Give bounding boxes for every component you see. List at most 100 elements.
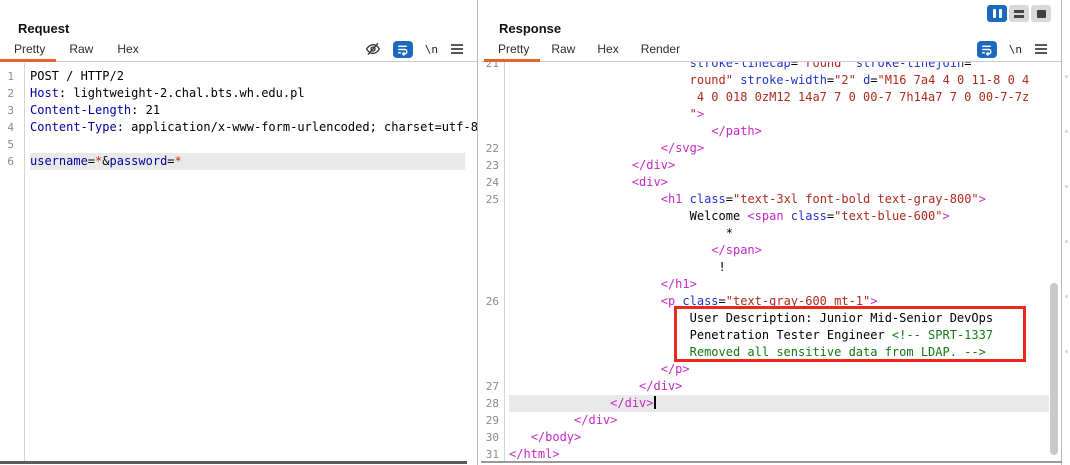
burp-repeater-view: Request Pretty Raw Hex \n xyxy=(0,0,1070,465)
code-text[interactable]: "> xyxy=(509,106,1049,123)
tab-raw[interactable]: Raw xyxy=(551,36,575,61)
code-text[interactable]: User Description: Junior Mid-Senior DevO… xyxy=(509,310,1049,327)
response-tabbar: Pretty Raw Hex Render \n xyxy=(481,36,1061,62)
response-editor[interactable]: 21 stroke-linecap="round" stroke-linejoi… xyxy=(481,62,1061,463)
code-line: 23 </div> xyxy=(481,157,1049,174)
code-text[interactable]: * xyxy=(509,225,1049,242)
line-number xyxy=(481,361,504,378)
show-newlines-icon[interactable]: \n xyxy=(1009,43,1022,56)
tab-hex[interactable]: Hex xyxy=(597,36,618,61)
code-text[interactable]: POST / HTTP/2 xyxy=(30,68,465,85)
code-line: "> xyxy=(481,106,1049,123)
code-text[interactable]: ! xyxy=(509,259,1049,276)
line-number: 4 xyxy=(0,119,24,136)
line-number xyxy=(481,106,504,123)
soft-wrap-icon[interactable] xyxy=(393,41,413,58)
code-text[interactable]: Content-Type: application/x-www-form-url… xyxy=(30,119,477,136)
code-text[interactable]: </h1> xyxy=(509,276,1049,293)
code-text[interactable]: Welcome <span class="text-blue-600"> xyxy=(509,208,1049,225)
code-line: </h1> xyxy=(481,276,1049,293)
show-newlines-icon[interactable]: \n xyxy=(425,43,438,56)
code-line: Welcome <span class="text-blue-600"> xyxy=(481,208,1049,225)
soft-wrap-icon[interactable] xyxy=(977,41,997,58)
editor-menu-icon[interactable] xyxy=(450,43,464,55)
line-number: 26 xyxy=(481,293,504,310)
line-number: 28 xyxy=(481,395,504,412)
tab-hex[interactable]: Hex xyxy=(117,36,138,61)
text-caret xyxy=(654,396,656,409)
code-line: 30 </body> xyxy=(481,429,1049,446)
layout-rows-button[interactable] xyxy=(1009,5,1029,22)
code-text[interactable]: Removed all sensitive data from LDAP. --… xyxy=(509,344,1049,361)
splitter-grip-dot xyxy=(1065,350,1068,353)
code-text[interactable]: 4 0 018 0zM12 14a7 7 0 00-7 7h14a7 7 0 0… xyxy=(509,89,1049,106)
request-editor[interactable]: 1POST / HTTP/22Host: lightweight-2.chal.… xyxy=(0,63,477,463)
code-text[interactable]: username=*&password=* xyxy=(30,153,465,170)
splitter-grip-dot xyxy=(1065,75,1068,78)
code-text[interactable]: </path> xyxy=(509,123,1049,140)
code-text[interactable]: </span> xyxy=(509,242,1049,259)
line-number: 6 xyxy=(0,153,24,170)
request-panel: Request Pretty Raw Hex \n xyxy=(0,0,478,465)
code-line: 4 0 018 0zM12 14a7 7 0 00-7 7h14a7 7 0 0… xyxy=(481,89,1049,106)
request-bottom-scrollbar[interactable] xyxy=(0,461,467,464)
tab-render[interactable]: Render xyxy=(641,36,680,61)
layout-toggle-group xyxy=(987,5,1051,22)
code-line: ! xyxy=(481,259,1049,276)
code-line: 26 <p class="text-gray-600 mt-1"> xyxy=(481,293,1049,310)
code-line: 22 </svg> xyxy=(481,140,1049,157)
editor-menu-icon[interactable] xyxy=(1034,43,1048,55)
line-number xyxy=(481,259,504,276)
response-vertical-scrollbar[interactable] xyxy=(1050,283,1058,455)
code-line: 27 </div> xyxy=(481,378,1049,395)
code-text[interactable]: </div> xyxy=(509,395,1049,412)
code-line: 21 stroke-linecap="round" stroke-linejoi… xyxy=(481,62,1049,72)
line-number: 29 xyxy=(481,412,504,429)
splitter-grip-dot xyxy=(1065,185,1068,188)
tab-raw[interactable]: Raw xyxy=(69,36,93,61)
hide-matches-eye-icon[interactable] xyxy=(365,41,381,57)
line-number xyxy=(481,225,504,242)
line-number: 25 xyxy=(481,191,504,208)
layout-columns-button[interactable] xyxy=(987,5,1007,22)
code-text[interactable]: </div> xyxy=(509,157,1049,174)
code-text[interactable]: </svg> xyxy=(509,140,1049,157)
code-text[interactable]: Host: lightweight-2.chal.bts.wh.edu.pl xyxy=(30,85,465,102)
code-line: 4Content-Type: application/x-www-form-ur… xyxy=(0,119,465,136)
code-text[interactable] xyxy=(30,136,465,153)
line-number xyxy=(481,344,504,361)
code-line: </path> xyxy=(481,123,1049,140)
request-tabbar: Pretty Raw Hex \n xyxy=(0,36,477,62)
splitter-grip-dot xyxy=(1065,130,1068,133)
code-text[interactable]: Penetration Tester Engineer <!-- SPRT-13… xyxy=(509,327,1049,344)
code-text[interactable]: </p> xyxy=(509,361,1049,378)
code-line: 6 username=*&password=* xyxy=(0,153,465,170)
tab-pretty[interactable]: Pretty xyxy=(14,36,45,61)
code-text[interactable]: <div> xyxy=(509,174,1049,191)
line-number xyxy=(481,72,504,89)
tab-pretty[interactable]: Pretty xyxy=(498,36,529,61)
line-number: 27 xyxy=(481,378,504,395)
code-text[interactable]: </body> xyxy=(509,429,1049,446)
code-line: 2Host: lightweight-2.chal.bts.wh.edu.pl xyxy=(0,85,465,102)
code-text[interactable]: stroke-linecap="round" stroke-linejoin=" xyxy=(509,62,1049,72)
code-text[interactable]: </div> xyxy=(509,412,1049,429)
code-line: 3 Content-Length: 21 xyxy=(0,102,465,119)
code-text[interactable]: </div> xyxy=(509,378,1049,395)
code-text[interactable]: Content-Length: 21 xyxy=(30,102,465,119)
code-line: * xyxy=(481,225,1049,242)
code-line: 5 xyxy=(0,136,465,153)
code-text[interactable]: round" stroke-width="2" d="M16 7a4 4 0 1… xyxy=(509,72,1049,89)
request-title: Request xyxy=(18,21,69,36)
code-line: User Description: Junior Mid-Senior DevO… xyxy=(481,310,1049,327)
response-panel: Response PrettyRawHexRender \n xyxy=(481,0,1062,465)
response-bottom-border xyxy=(481,461,1062,463)
code-line: 1POST / HTTP/2 xyxy=(0,68,465,85)
layout-single-button[interactable] xyxy=(1031,5,1051,22)
code-line: round" stroke-width="2" d="M16 7a4 4 0 1… xyxy=(481,72,1049,89)
line-number: 3 xyxy=(0,102,24,119)
response-tabs: Pretty Raw Hex Render xyxy=(481,36,1061,61)
response-icon-toolbar: \n xyxy=(977,36,1048,62)
code-text[interactable]: <h1 class="text-3xl font-bold text-gray-… xyxy=(509,191,1049,208)
code-text[interactable]: <p class="text-gray-600 mt-1"> xyxy=(509,293,1049,310)
